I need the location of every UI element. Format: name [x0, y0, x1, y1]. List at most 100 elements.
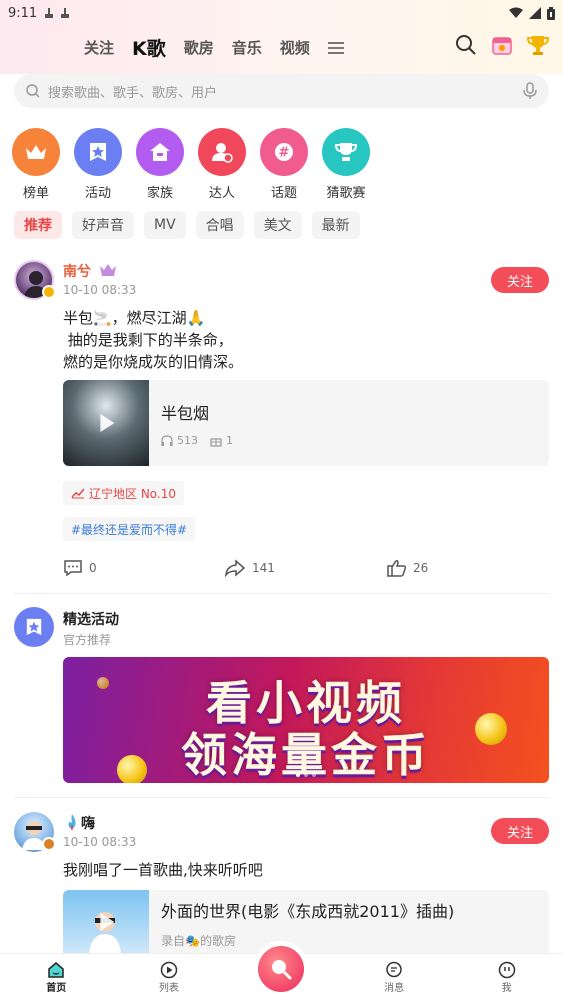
- trophy-button[interactable]: [525, 32, 551, 58]
- post-text: 我刚唱了一首歌曲,快来听听吧: [63, 861, 263, 879]
- search-placeholder: 搜索歌曲、歌手、歌房、用户: [48, 85, 218, 101]
- filter-prose[interactable]: 美文: [253, 211, 302, 239]
- filter-mv[interactable]: MV: [144, 211, 186, 239]
- hashtag-icon: #: [260, 128, 308, 176]
- song-title: 外面的世界(电影《东成西就2011》插曲): [161, 902, 455, 921]
- category-family[interactable]: 家族: [136, 128, 184, 201]
- search-icon: [26, 84, 40, 98]
- play-icon[interactable]: [100, 414, 115, 432]
- rank-tag[interactable]: 辽宁地区 No.10: [63, 481, 185, 505]
- nav-home[interactable]: 首页: [0, 954, 113, 1001]
- listen-count: 513: [177, 434, 198, 447]
- bottom-nav: 首页 列表 消息 我: [0, 946, 563, 1001]
- category-guess-song[interactable]: 猜歌赛: [322, 128, 370, 201]
- trend-chart-icon: [71, 488, 85, 499]
- vip-badge-icon: [42, 837, 56, 851]
- menu-icon[interactable]: [327, 41, 346, 55]
- play-icon[interactable]: [100, 913, 115, 931]
- wifi-icon: [509, 7, 523, 18]
- category-label: 达人: [208, 186, 235, 201]
- tab-music[interactable]: 音乐: [232, 37, 262, 58]
- status-time: 9:11: [8, 5, 38, 21]
- category-label: 家族: [146, 186, 173, 201]
- promo-banner[interactable]: 看小视频 领海量金币: [63, 657, 549, 783]
- calendar-button[interactable]: [489, 32, 515, 58]
- home-icon: [136, 128, 184, 176]
- gift-count: 1: [226, 434, 233, 447]
- play-circle-icon: [160, 961, 178, 979]
- record-button[interactable]: [258, 946, 305, 992]
- nav-center: [225, 946, 338, 1001]
- tab-follow[interactable]: 关注: [84, 37, 114, 58]
- svg-text:#: #: [279, 146, 290, 161]
- status-bar: 9:11: [0, 0, 563, 26]
- song-source: 录自🎭的歌房: [161, 934, 236, 948]
- share-button[interactable]: 141: [224, 559, 275, 577]
- category-expert[interactable]: 达人: [198, 128, 246, 201]
- top-tabs: 关注 K歌 歌房 音乐 视频: [84, 34, 346, 61]
- category-row: 榜单 活动 家族 达人 # 话题 猜歌赛: [0, 128, 563, 201]
- filter-tabs: 推荐 好声音 MV 合唱 美文 最新: [14, 211, 360, 239]
- activity-title: 精选活动: [63, 612, 119, 628]
- microphone-icon[interactable]: [523, 82, 537, 100]
- post-username[interactable]: 嗨: [81, 813, 95, 833]
- star-ticket-icon: [26, 618, 42, 636]
- post-time: 10-10 08:33: [63, 835, 137, 849]
- calendar-icon: [492, 37, 512, 55]
- carousel-dots: [296, 773, 316, 777]
- microphone-icon: [272, 960, 293, 981]
- system-icons: [509, 6, 555, 20]
- activity-subtitle: 官方推荐: [63, 633, 112, 647]
- like-button[interactable]: 26: [387, 559, 428, 577]
- crown-badge-icon: [100, 264, 116, 276]
- song-cover: [63, 380, 149, 466]
- post-username[interactable]: 南兮: [63, 261, 91, 281]
- nav-label: 消息: [384, 983, 405, 994]
- search-bar[interactable]: 搜索歌曲、歌手、歌房、用户: [14, 74, 549, 108]
- topic-tag[interactable]: #最终还是爱而不得#: [63, 517, 196, 541]
- filter-chorus[interactable]: 合唱: [195, 211, 244, 239]
- home-icon: [48, 962, 65, 978]
- notification-icons: [43, 7, 71, 19]
- song-card[interactable]: 半包烟 513 1: [63, 380, 549, 466]
- category-activity[interactable]: 活动: [74, 128, 122, 201]
- follow-button[interactable]: 关注: [491, 818, 549, 844]
- nav-list[interactable]: 列表: [113, 954, 226, 1001]
- activity-avatar[interactable]: [14, 607, 54, 647]
- battery-icon: [547, 6, 555, 20]
- like-count: 26: [413, 561, 429, 575]
- nav-me[interactable]: 我: [450, 954, 563, 1001]
- nav-messages[interactable]: 消息: [338, 954, 451, 1001]
- nav-label: 我: [501, 983, 512, 994]
- crown-icon: [12, 128, 60, 176]
- star-ticket-icon: [74, 128, 122, 176]
- post-time: 10-10 08:33: [63, 283, 137, 297]
- tab-video[interactable]: 视频: [280, 37, 310, 58]
- filter-latest[interactable]: 最新: [311, 211, 360, 239]
- category-label: 榜单: [22, 186, 49, 201]
- nav-label: 首页: [46, 983, 67, 994]
- user-badge-icon: [198, 128, 246, 176]
- divider: [14, 797, 549, 798]
- song-card[interactable]: 外面的世界(电影《东成西就2011》插曲) 录自🎭的歌房: [63, 890, 549, 954]
- tab-song-room[interactable]: 歌房: [184, 37, 214, 58]
- signal-icon: [529, 7, 541, 19]
- nav-label: 列表: [158, 983, 179, 994]
- broom-icon: [45, 8, 54, 18]
- broom-icon: [61, 8, 70, 18]
- gift-icon: [210, 437, 222, 447]
- profile-icon: [498, 961, 515, 979]
- comment-button[interactable]: 0: [63, 559, 97, 577]
- follow-button[interactable]: 关注: [491, 267, 549, 293]
- filter-recommend[interactable]: 推荐: [14, 211, 62, 239]
- search-button[interactable]: [453, 32, 479, 58]
- post-text: 半包🚬，燃尽江湖🙏 抽的是我剩下的半条命， 燃的是你烧成灰的旧情深。: [63, 309, 244, 371]
- category-ranking[interactable]: 榜单: [12, 128, 60, 201]
- category-label: 话题: [270, 186, 297, 201]
- song-cover: [63, 890, 149, 954]
- flame-icon: [68, 814, 76, 830]
- filter-good-voice[interactable]: 好声音: [72, 211, 134, 239]
- header-actions: [453, 32, 551, 58]
- category-topic[interactable]: # 话题: [260, 128, 308, 201]
- tab-ksong[interactable]: K歌: [132, 34, 166, 61]
